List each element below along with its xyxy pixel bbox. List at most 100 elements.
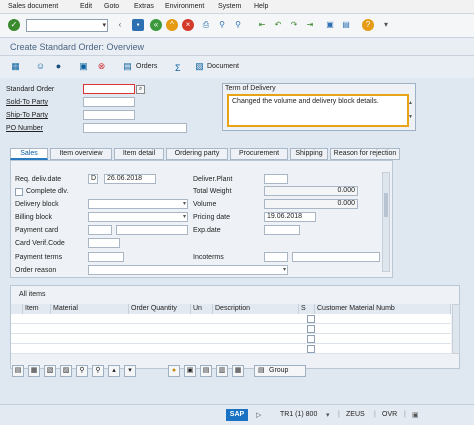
find-icon[interactable]: ⚲ — [216, 19, 228, 31]
find-next-icon[interactable]: ⚲ — [232, 19, 244, 31]
payment-terms-field[interactable] — [88, 252, 124, 262]
billing-icon[interactable]: ▥ — [216, 365, 228, 377]
delete-icon[interactable]: ⊗ — [96, 61, 107, 72]
column-header-un[interactable]: Un — [191, 304, 213, 314]
column-header-s[interactable]: S — [299, 304, 315, 314]
chevron-down-icon[interactable]: ▾ — [326, 411, 330, 419]
row-status-checkbox[interactable] — [307, 335, 315, 343]
prev-page-icon[interactable]: ↶ — [272, 19, 284, 31]
table-row[interactable] — [11, 314, 451, 324]
menu-edit[interactable]: Edit — [80, 3, 92, 10]
ship-to-party-label[interactable]: Ship-To Party — [6, 112, 48, 119]
menu-system[interactable]: System — [218, 3, 241, 10]
row-status-checkbox[interactable] — [307, 345, 315, 353]
menu-extras[interactable]: Extras — [134, 3, 154, 10]
orders-icon[interactable]: ▤ — [122, 61, 133, 72]
po-number-label[interactable]: PO Number — [6, 125, 43, 132]
value-help-icon[interactable]: ⌕ — [136, 85, 145, 94]
chevron-down-icon[interactable]: ▾ — [283, 266, 286, 274]
cancel-icon[interactable]: × — [182, 19, 194, 31]
deselect-icon[interactable]: ▧ — [44, 365, 56, 377]
column-header-description[interactable]: Description — [213, 304, 299, 314]
schedule-icon[interactable]: ▤ — [200, 365, 212, 377]
textarea-scrollbar[interactable]: ▲ ▼ — [408, 96, 413, 124]
sales-panel-scrollbar[interactable] — [382, 172, 390, 272]
scrollbar-thumb[interactable] — [384, 193, 388, 217]
session-info[interactable]: TR1 (1) 800 — [280, 411, 317, 418]
sort-asc-icon[interactable]: ▴ — [108, 365, 120, 377]
pricing-icon[interactable]: ● — [168, 365, 180, 377]
row-status-checkbox[interactable] — [307, 315, 315, 323]
header-icon[interactable]: ▣ — [78, 61, 89, 72]
print-icon[interactable]: ⎙ — [200, 19, 212, 31]
chevron-down-icon[interactable]: ▾ — [183, 200, 186, 208]
term-of-delivery-textarea[interactable]: Changed the volume and delivery block de… — [227, 94, 409, 127]
menu-goto[interactable]: Goto — [104, 3, 119, 10]
order-reason-select[interactable]: ▾ — [88, 265, 288, 275]
help-icon[interactable]: ? — [362, 19, 374, 31]
tab-shipping[interactable]: Shipping — [290, 148, 328, 160]
req-deliv-date-field[interactable]: 26.06.2018 — [104, 174, 156, 184]
column-header-material[interactable]: Material — [51, 304, 129, 314]
ship-to-party-field[interactable] — [83, 110, 135, 120]
chevron-down-icon[interactable]: ▾ — [102, 21, 106, 29]
card-verif-code-field[interactable] — [88, 238, 120, 248]
delivery-block-select[interactable]: ▾ — [88, 199, 188, 209]
row-status-checkbox[interactable] — [307, 325, 315, 333]
first-page-icon[interactable]: ⇤ — [256, 19, 268, 31]
tab-ordering-party[interactable]: Ordering party — [166, 148, 228, 160]
find-icon[interactable]: ⚲ — [76, 365, 88, 377]
create-session-icon[interactable]: ▣ — [324, 19, 336, 31]
select-all-icon[interactable]: ▦ — [28, 365, 40, 377]
po-number-field[interactable] — [83, 123, 187, 133]
payment-card-field[interactable] — [116, 225, 188, 235]
payment-card-type-field[interactable] — [88, 225, 112, 235]
incoterms-location-field[interactable] — [292, 252, 380, 262]
exit-icon[interactable]: ^ — [166, 19, 178, 31]
req-deliv-type-field[interactable]: D — [88, 174, 98, 184]
tab-procurement[interactable]: Procurement — [230, 148, 288, 160]
orders-button[interactable]: Orders — [136, 63, 157, 70]
partner-icon[interactable]: ☺ — [35, 61, 46, 72]
layout-icon[interactable]: ▣ — [412, 411, 419, 419]
chevron-down-icon[interactable]: ▾ — [183, 213, 186, 221]
sum-icon[interactable]: Σ — [175, 63, 181, 73]
availability-icon[interactable]: ▦ — [232, 365, 244, 377]
person-icon[interactable]: ● — [53, 61, 64, 72]
document-button[interactable]: Document — [207, 63, 239, 70]
complete-dlv-checkbox[interactable] — [15, 188, 23, 196]
menu-help[interactable]: Help — [254, 3, 268, 10]
next-page-icon[interactable]: ↷ — [288, 19, 300, 31]
input-mode[interactable]: OVR — [382, 411, 397, 418]
command-field[interactable]: ▾ — [26, 19, 108, 32]
column-header-item[interactable]: Item — [23, 304, 51, 314]
table-row[interactable] — [11, 334, 451, 344]
find-next-icon[interactable]: ⚲ — [92, 365, 104, 377]
group-button[interactable]: ▤ Group — [254, 365, 306, 377]
tab-item-detail[interactable]: Item detail — [114, 148, 164, 160]
billing-block-select[interactable]: ▾ — [88, 212, 188, 222]
menu-environment[interactable]: Environment — [165, 3, 204, 10]
pricing-date-field[interactable]: 19.06.2018 — [264, 212, 316, 222]
tab-reason-for-rejection[interactable]: Reason for rejection — [330, 148, 400, 160]
save-icon[interactable]: ▪ — [132, 19, 144, 31]
standard-order-field[interactable] — [83, 84, 135, 94]
status-play-icon[interactable]: ▷ — [256, 411, 261, 419]
deliver-plant-field[interactable] — [264, 174, 288, 184]
column-header-customer-material[interactable]: Customer Material Numb — [315, 304, 451, 314]
exp-date-field[interactable] — [264, 225, 300, 235]
sold-to-party-field[interactable] — [83, 97, 135, 107]
tab-item-overview[interactable]: Item overview — [50, 148, 112, 160]
tab-sales[interactable]: Sales — [10, 148, 48, 160]
row-selector-header[interactable] — [11, 304, 23, 314]
back-icon[interactable]: « — [150, 19, 162, 31]
check-icon[interactable]: ✓ — [8, 19, 20, 31]
table-row[interactable] — [11, 344, 451, 354]
items-scrollbar[interactable] — [452, 304, 460, 354]
column-header-order-quantity[interactable]: Order Quantity — [129, 304, 191, 314]
delete-row-icon[interactable]: ▨ — [60, 365, 72, 377]
last-page-icon[interactable]: ⇥ — [304, 19, 316, 31]
sold-to-party-label[interactable]: Sold-To Party — [6, 99, 48, 106]
incoterms-field[interactable] — [264, 252, 288, 262]
config-icon[interactable]: ▣ — [184, 365, 196, 377]
